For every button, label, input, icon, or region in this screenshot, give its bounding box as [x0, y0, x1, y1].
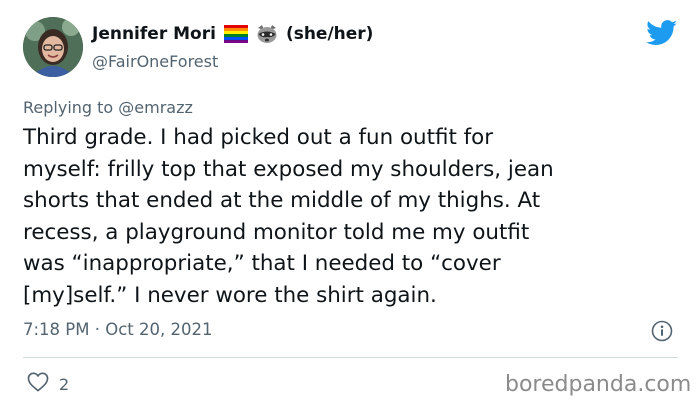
reply-prefix: Replying to: [23, 98, 114, 117]
twitter-bird-icon[interactable]: [646, 20, 678, 46]
author-handle[interactable]: @FairOneForest: [92, 52, 218, 71]
author-name[interactable]: Jennifer Mori: [92, 24, 216, 44]
reply-context: Replying to @emrazz: [23, 98, 193, 117]
heart-icon: [27, 372, 49, 396]
info-icon[interactable]: [651, 320, 673, 342]
divider: [23, 357, 678, 358]
author-pronouns: (she/her): [285, 24, 374, 44]
tweet-timestamp[interactable]: 7:18 PM · Oct 20, 2021: [23, 320, 212, 339]
like-button[interactable]: 2: [27, 372, 69, 396]
author-row: Jennifer Mori (she/her): [92, 24, 373, 44]
rainbow-flag-icon: [223, 25, 248, 43]
like-count: 2: [59, 374, 70, 394]
watermark: boredpanda.com: [505, 372, 692, 397]
reply-mention-link[interactable]: @emrazz: [118, 98, 193, 117]
avatar[interactable]: [23, 17, 83, 77]
raccoon-icon: [256, 24, 278, 44]
tweet-text: Third grade. I had picked out a fun outf…: [23, 125, 554, 308]
